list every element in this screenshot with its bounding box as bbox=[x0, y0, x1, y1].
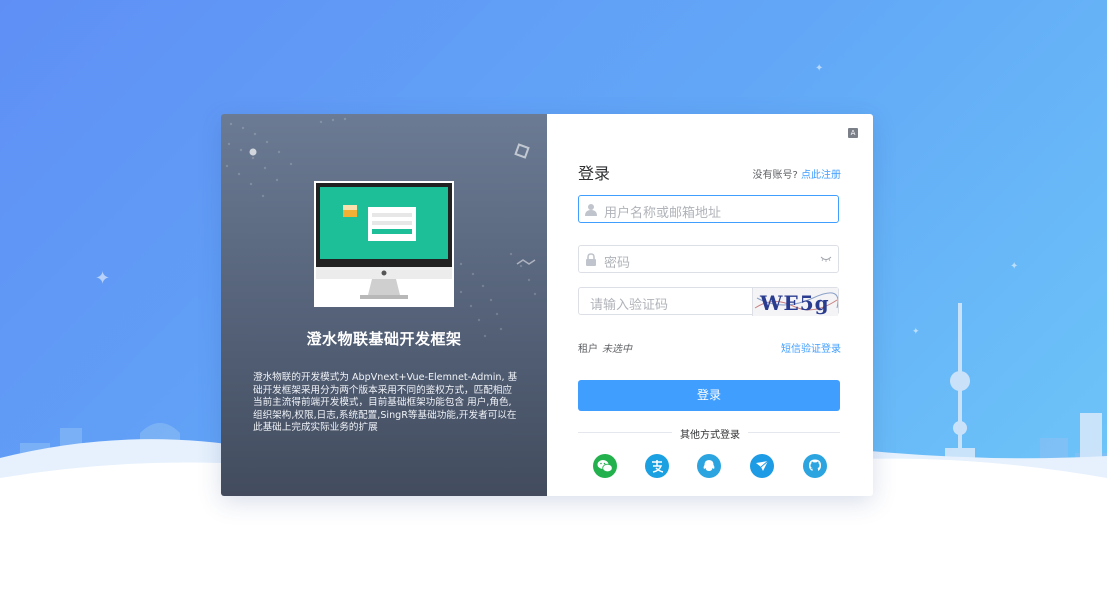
captcha-text: WE5g bbox=[759, 291, 830, 315]
sparkle-icon: ✦ bbox=[95, 268, 111, 289]
intro-panel: 澄水物联基础开发框架 澄水物联的开发模式为 AbpVnext+Vue-Elemn… bbox=[221, 114, 547, 496]
other-login-divider: 其他方式登录 bbox=[547, 426, 873, 441]
login-button[interactable]: 登录 bbox=[578, 380, 840, 411]
captcha-placeholder: 请输入验证码 bbox=[590, 298, 669, 313]
captcha-image[interactable]: WE5g bbox=[752, 288, 838, 316]
intro-title: 澄水物联基础开发框架 bbox=[306, 330, 462, 348]
register-link[interactable]: 点此注册 bbox=[801, 170, 841, 181]
captcha-input[interactable]: 请输入验证码 WE5g bbox=[578, 287, 839, 316]
sparkle-icon: ✦ bbox=[815, 63, 824, 74]
monitor-illustration bbox=[314, 181, 454, 307]
user-icon bbox=[585, 204, 597, 216]
github-icon[interactable] bbox=[803, 454, 827, 478]
sparkle-icon: ✦ bbox=[1010, 261, 1019, 272]
register-prompt: 没有账号? 点此注册 bbox=[753, 166, 842, 181]
feishu-icon[interactable] bbox=[750, 454, 774, 478]
sms-login-link[interactable]: 短信验证登录 bbox=[781, 340, 841, 355]
login-title: 登录 bbox=[578, 164, 611, 183]
sparkle-icon: ✦ bbox=[912, 327, 920, 337]
tenant-value: 未选中 bbox=[602, 344, 632, 355]
intro-description: 澄水物联的开发模式为 AbpVnext+Vue-Elemnet-Admin, 基… bbox=[253, 372, 518, 433]
translate-icon[interactable]: A bbox=[848, 128, 858, 138]
captcha-graphic: WE5g bbox=[754, 291, 838, 315]
tenant-label: 租户 bbox=[578, 344, 598, 355]
password-input[interactable]: 密码 bbox=[578, 245, 839, 273]
no-account-text: 没有账号? bbox=[752, 170, 798, 181]
login-form-panel: A 登录 没有账号? 点此注册 用户名称或邮箱地址 密码 请输入验证码 WE5g… bbox=[547, 114, 873, 496]
login-card: 澄水物联基础开发框架 澄水物联的开发模式为 AbpVnext+Vue-Elemn… bbox=[221, 114, 873, 496]
alipay-icon[interactable] bbox=[645, 454, 669, 478]
lock-icon bbox=[586, 253, 596, 266]
wechat-icon[interactable] bbox=[593, 454, 617, 478]
eye-closed-icon[interactable] bbox=[820, 255, 832, 263]
password-placeholder: 密码 bbox=[604, 256, 631, 271]
other-login-text: 其他方式登录 bbox=[672, 430, 748, 441]
tenant-selector[interactable]: 租户 未选中 bbox=[578, 340, 632, 355]
username-input[interactable]: 用户名称或邮箱地址 bbox=[578, 195, 839, 223]
qq-icon[interactable] bbox=[697, 454, 721, 478]
username-placeholder: 用户名称或邮箱地址 bbox=[604, 206, 722, 221]
